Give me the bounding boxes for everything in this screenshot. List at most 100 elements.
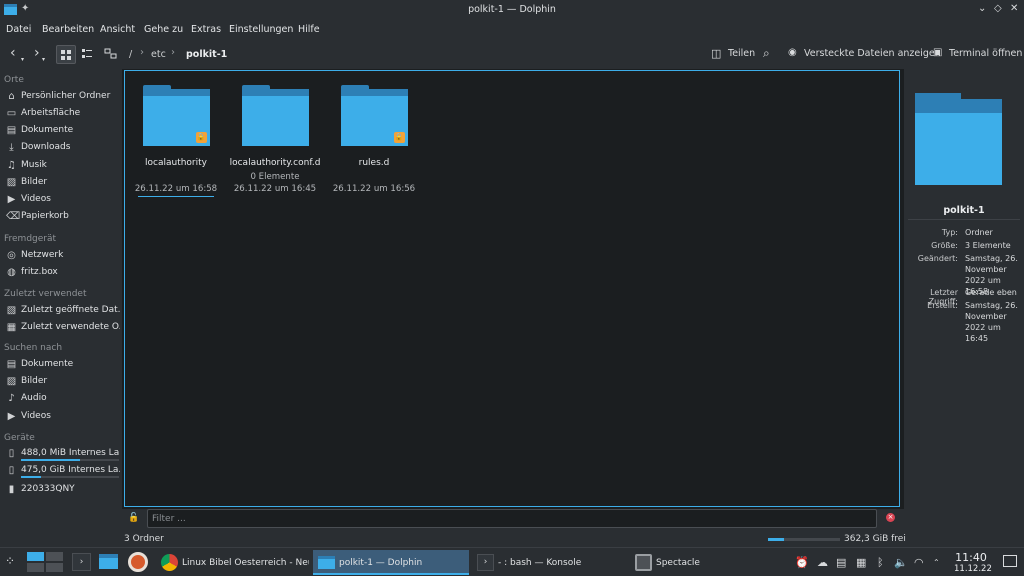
place-trash[interactable]: ⌫ Papierkorb: [6, 210, 120, 225]
place-pictures[interactable]: ▨ Bilder: [6, 176, 120, 191]
icons-view-icon: [61, 50, 71, 60]
open-terminal-button[interactable]: Terminal öffnen: [949, 48, 1022, 59]
split-button[interactable]: Teilen: [728, 48, 755, 59]
maximize-icon[interactable]: ◇: [994, 3, 1002, 14]
device-drive-1[interactable]: ▯ 488,0 MiB Internes La...: [6, 447, 120, 462]
close-filter-icon[interactable]: ×: [886, 513, 895, 522]
folder-name: localauthority: [145, 158, 207, 168]
back-menu-icon[interactable]: ▾: [21, 56, 24, 63]
file-view[interactable]: 🔒 localauthority 26.11.22 um 16:58 local…: [124, 70, 900, 507]
folder-icon: 🔒: [340, 83, 408, 146]
konsole-icon: ›: [477, 554, 494, 571]
app-launcher-icon[interactable]: ⁘: [5, 554, 15, 568]
section-devices: Geräte: [4, 433, 35, 443]
task-spectacle[interactable]: Spectacle: [630, 550, 786, 575]
volume-icon[interactable]: 🔈: [894, 556, 908, 569]
forward-menu-icon[interactable]: ▾: [42, 56, 45, 63]
place-network[interactable]: ◎ Netzwerk: [6, 249, 120, 264]
section-search: Suchen nach: [4, 343, 63, 353]
compact-view-icon: [82, 49, 92, 58]
documents-icon: ▤: [6, 125, 17, 136]
wifi-icon[interactable]: ◠: [914, 556, 924, 569]
menu-ansicht[interactable]: Ansicht: [100, 24, 135, 35]
desktop-icon: ▭: [6, 108, 17, 119]
place-recent-folders[interactable]: ▦ Zuletzt verwendete O...: [6, 321, 120, 336]
konsole-launcher-icon[interactable]: ›: [72, 553, 91, 571]
dolphin-launcher-icon[interactable]: [99, 554, 118, 569]
filter-field[interactable]: [147, 509, 877, 528]
breadcrumb-root[interactable]: /: [129, 49, 132, 60]
menu-bearbeiten[interactable]: Bearbeiten: [42, 24, 94, 35]
menu-hilfe[interactable]: Hilfe: [298, 24, 320, 35]
place-documents[interactable]: ▤ Dokumente: [6, 124, 120, 139]
terminal-icon[interactable]: ▣: [933, 47, 942, 58]
place-fritzbox[interactable]: ◍ fritz.box: [6, 266, 120, 281]
breadcrumb-etc[interactable]: etc: [151, 49, 166, 60]
firefox-launcher-icon[interactable]: [128, 552, 148, 572]
capacity-bar: [21, 459, 119, 461]
network-icon: ◎: [7, 250, 16, 261]
details-view-button[interactable]: [101, 45, 121, 64]
pictures-icon: ▨: [6, 376, 17, 387]
search-audio[interactable]: ♪ Audio: [6, 392, 120, 407]
compact-view-button[interactable]: [78, 45, 98, 64]
task-chrome[interactable]: Linux Bibel Oesterreich - Neu...: [156, 550, 309, 575]
place-home[interactable]: ⌂ Persönlicher Ordner: [6, 90, 120, 105]
updates-icon[interactable]: ▤: [836, 556, 846, 569]
place-desktop[interactable]: ▭ Arbeitsfläche: [6, 107, 120, 122]
minimize-icon[interactable]: ⌄: [978, 3, 986, 14]
forward-icon[interactable]: ›: [34, 45, 40, 61]
icons-view-button[interactable]: [56, 45, 76, 64]
folder-name: localauthority.conf.d: [229, 158, 321, 168]
cloud-icon[interactable]: ☁: [817, 556, 828, 569]
filter-input[interactable]: [148, 510, 876, 527]
lock-filter-icon[interactable]: 🔓: [128, 513, 139, 523]
info-key: Geändert:: [917, 254, 958, 263]
folder-preview-icon: [915, 93, 1002, 185]
show-desktop-icon[interactable]: [1003, 555, 1017, 567]
search-pictures[interactable]: ▨ Bilder: [6, 375, 120, 390]
section-recent: Zuletzt verwendet: [4, 289, 87, 299]
details-view-icon: [104, 48, 117, 59]
task-dolphin[interactable]: polkit-1 — Dolphin: [313, 550, 469, 575]
folder-item[interactable]: 🔒 localauthority 26.11.22 um 16:58: [126, 83, 226, 197]
folder-item[interactable]: localauthority.conf.d 0 Elemente 26.11.2…: [225, 83, 325, 195]
drive-icon: ▯: [8, 465, 15, 476]
menu-bar: Datei Bearbeiten Ansicht Gehe zu Extras …: [0, 20, 1024, 40]
back-icon[interactable]: ‹: [10, 45, 16, 61]
show-hidden-button[interactable]: Versteckte Dateien anzeigen: [804, 48, 941, 59]
space-bar: [768, 538, 840, 541]
place-music[interactable]: ♫ Musik: [6, 159, 120, 174]
menu-datei[interactable]: Datei: [6, 24, 31, 35]
alarm-icon[interactable]: ⏰: [795, 556, 809, 569]
documents-icon: ▤: [6, 359, 17, 370]
clock[interactable]: 11:40 11.12.22: [954, 551, 992, 574]
task-konsole[interactable]: › - : bash — Konsole: [472, 550, 626, 575]
trash-icon: ⌫: [6, 211, 21, 222]
bluetooth-icon[interactable]: ᛒ: [877, 556, 884, 569]
menu-extras[interactable]: Extras: [191, 24, 221, 35]
menu-gehe-zu[interactable]: Gehe zu: [144, 24, 183, 35]
search-icon[interactable]: ⌕: [763, 46, 770, 61]
info-value: Gerade eben: [965, 288, 1017, 297]
close-icon[interactable]: ✕: [1010, 3, 1018, 14]
place-downloads[interactable]: ⤓ Downloads: [6, 141, 120, 156]
menu-einstellungen[interactable]: Einstellungen: [229, 24, 293, 35]
device-phone[interactable]: ▮ 220333QNY: [6, 483, 120, 498]
audio-icon: ♪: [8, 393, 15, 404]
folder-date: 26.11.22 um 16:56: [332, 184, 416, 194]
pager[interactable]: [27, 552, 63, 572]
breadcrumb-current[interactable]: polkit-1: [186, 49, 227, 60]
search-videos[interactable]: ▶ Videos: [6, 410, 120, 425]
clipboard-icon[interactable]: ▦: [856, 556, 866, 569]
place-recent-files[interactable]: ▧ Zuletzt geöffnete Dat...: [6, 304, 120, 319]
device-drive-2[interactable]: ▯ 475,0 GiB Internes La...: [6, 464, 120, 479]
info-key: Erstellt:: [927, 301, 958, 310]
split-view-icon[interactable]: ◫: [711, 47, 721, 60]
folder-item[interactable]: 🔒 rules.d 26.11.22 um 16:56: [324, 83, 424, 195]
search-documents[interactable]: ▤ Dokumente: [6, 358, 120, 373]
tray-expand-icon[interactable]: ⌃: [933, 558, 940, 567]
item-count: 3 Ordner: [124, 534, 164, 544]
place-videos[interactable]: ▶ Videos: [6, 193, 120, 208]
eye-icon[interactable]: ◉: [788, 47, 797, 58]
